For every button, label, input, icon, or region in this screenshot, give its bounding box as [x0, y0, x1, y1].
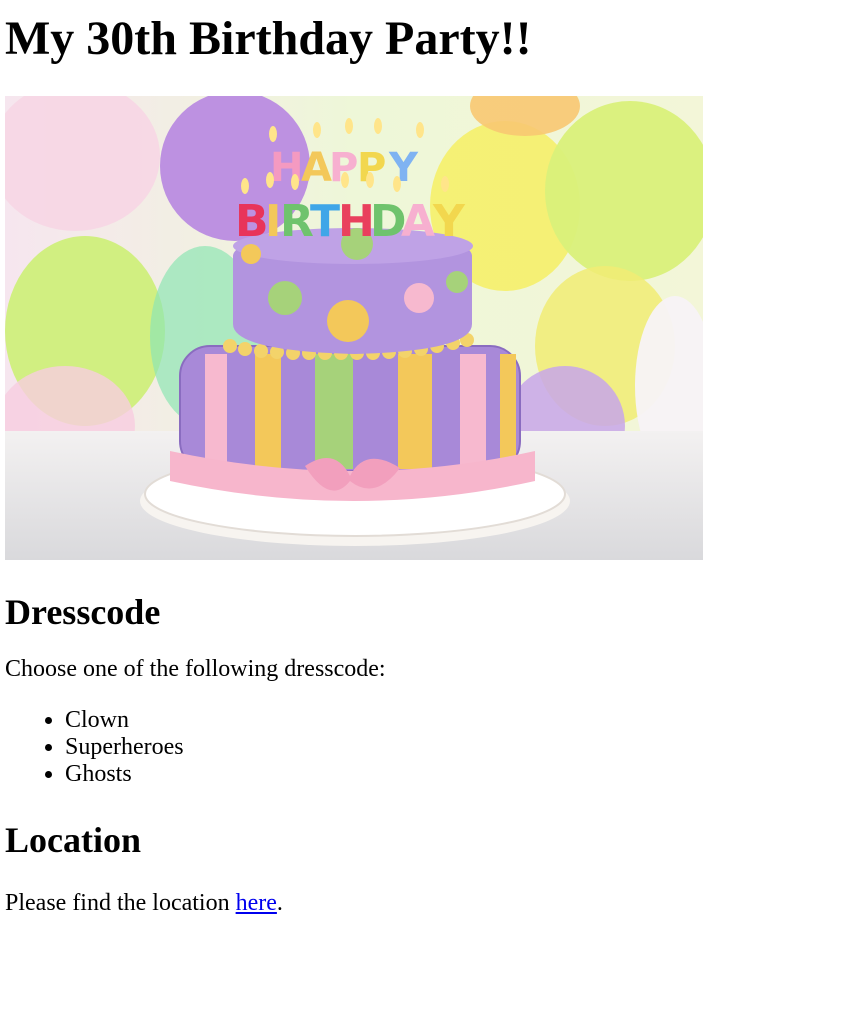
list-item: Superheroes	[65, 734, 841, 761]
svg-text:R: R	[280, 196, 314, 247]
dresscode-list: Clown Superheroes Ghosts	[5, 707, 841, 788]
svg-text:A: A	[401, 196, 435, 247]
svg-text:A: A	[301, 145, 332, 191]
location-text-before: Please find the location	[5, 890, 236, 916]
location-text: Please find the location here.	[5, 890, 841, 917]
page: My 30th Birthday Party!! H A P P Y B I R…	[0, 12, 846, 917]
dresscode-intro: Choose one of the following dresscode:	[5, 656, 386, 682]
svg-text:I: I	[265, 196, 281, 247]
dresscode-heading: Dresscode	[5, 592, 161, 632]
svg-text:Y: Y	[432, 196, 466, 247]
location-heading: Location	[5, 820, 142, 860]
svg-text:Y: Y	[388, 145, 419, 191]
svg-text:B: B	[235, 196, 269, 247]
location-text-after: .	[276, 890, 283, 916]
page-title: My 30th Birthday Party!!	[5, 12, 532, 65]
list-item: Ghosts	[65, 761, 841, 788]
location-link[interactable]: here	[236, 890, 277, 916]
list-item: Clown	[65, 707, 841, 734]
birthday-cake-image: H A P P Y B I R T H D A Y	[5, 96, 703, 560]
svg-text:T: T	[310, 196, 340, 247]
